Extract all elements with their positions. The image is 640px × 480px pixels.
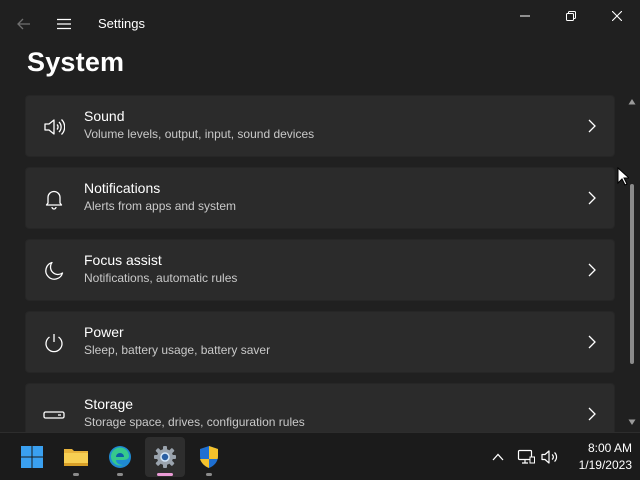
running-indicator [117,473,123,476]
page-title: System [27,47,125,77]
item-title: Storage [84,396,134,412]
running-indicator [73,473,79,476]
window-title: Settings [98,16,145,31]
hamburger-icon [57,18,71,30]
settings-window: Settings System Sound Volume levels, out… [0,0,640,432]
chevron-right-icon [582,332,602,352]
title-bar: Settings [0,0,640,48]
settings-item-power[interactable]: Power Sleep, battery usage, battery save… [25,311,615,373]
bell-icon [42,187,66,211]
clock-time: 8:00 AM [587,441,632,455]
close-icon [612,11,622,21]
chevron-right-icon [582,404,602,424]
clock-date: 1/19/2023 [578,458,632,472]
scrollbar-thumb[interactable] [630,184,634,364]
minimize-icon [520,15,530,17]
running-indicator [206,473,212,476]
settings-item-sound[interactable]: Sound Volume levels, output, input, soun… [25,95,615,157]
moon-icon [42,259,66,283]
item-title: Sound [84,108,125,124]
settings-item-notifications[interactable]: Notifications Alerts from apps and syste… [25,167,615,229]
minimize-button[interactable] [502,0,548,32]
storage-icon [42,403,66,427]
restore-icon [566,11,576,21]
settings-item-focus-assist[interactable]: Focus assist Notifications, automatic ru… [25,239,615,301]
close-button[interactable] [594,0,640,32]
start-button[interactable] [12,437,52,477]
volume-button[interactable] [540,447,560,467]
item-subtitle: Alerts from apps and system [84,199,237,213]
settings-item-storage[interactable]: Storage Storage space, drives, configura… [25,383,615,432]
navigation-menu-button[interactable] [52,12,76,36]
taskbar-file-explorer[interactable] [56,437,96,477]
file-explorer-icon [64,449,88,466]
security-icon [200,446,218,468]
vertical-scrollbar[interactable] [626,96,638,432]
item-subtitle: Sleep, battery usage, battery saver [84,343,271,357]
restore-button[interactable] [548,0,594,32]
chevron-right-icon [582,116,602,136]
mouse-pointer-icon [617,167,629,186]
back-arrow-icon [17,18,30,30]
item-title: Focus assist [84,252,162,268]
item-title: Notifications [84,180,161,196]
taskbar-security[interactable] [189,437,229,477]
network-icon [517,449,535,464]
volume-icon [541,450,558,464]
scroll-up-arrow-icon[interactable] [628,98,636,106]
taskbar-clock[interactable]: 8:00 AM 1/19/2023 [560,440,632,474]
chevron-right-icon [582,260,602,280]
item-subtitle: Storage space, drives, configuration rul… [84,415,305,429]
item-title: Power [84,324,124,340]
taskbar-settings[interactable] [145,437,185,477]
speaker-icon [42,115,66,139]
active-app-indicator [157,473,173,476]
power-icon [42,331,66,355]
edge-icon [109,446,131,468]
back-button[interactable] [12,12,36,36]
settings-icon [154,446,176,468]
chevron-up-icon [492,453,504,461]
chevron-right-icon [582,188,602,208]
item-subtitle: Volume levels, output, input, sound devi… [84,127,315,141]
taskbar-edge[interactable] [100,437,140,477]
scroll-down-arrow-icon[interactable] [628,418,636,426]
network-button[interactable] [516,447,536,467]
start-icon [21,446,43,468]
settings-list: Sound Volume levels, output, input, soun… [25,95,615,432]
item-subtitle: Notifications, automatic rules [84,271,238,285]
taskbar: 8:00 AM 1/19/2023 [0,432,640,480]
show-hidden-icons-button[interactable] [488,447,508,467]
